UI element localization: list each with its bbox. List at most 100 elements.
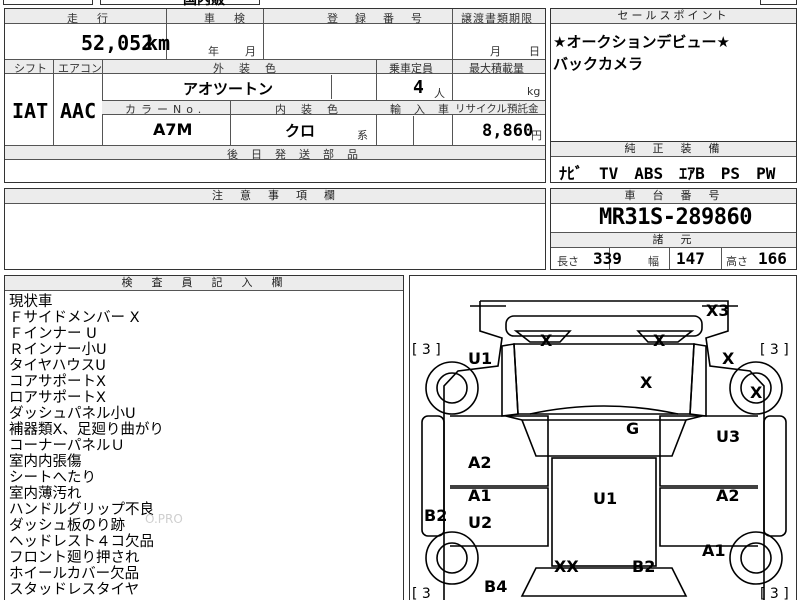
mark-a1-left: A1 bbox=[468, 486, 492, 505]
width-value: 147 bbox=[676, 249, 705, 268]
mark-g: G bbox=[626, 419, 639, 438]
inspector-note-line: ホイールカバー欠品 bbox=[9, 566, 140, 582]
top-strip: 国内販 bbox=[0, 0, 800, 8]
mileage-header: 走 行 bbox=[67, 12, 112, 25]
color-no-header: カラーNo. bbox=[125, 103, 207, 116]
inspector-note-line: シートへたり bbox=[9, 470, 96, 486]
mark-b4: B4 bbox=[484, 577, 507, 596]
mark-u2: U2 bbox=[468, 513, 492, 532]
mark-xx: XX bbox=[554, 557, 579, 576]
inspector-note-line: ダッシュ板のり跡 bbox=[9, 518, 125, 534]
mark-r-arch-x: X bbox=[722, 349, 735, 368]
inspector-notes-list: 現状車 Ｆサイドメンバー X Ｆインナー U Ｒインナー小U タイヤハウスU コアサポート… bbox=[9, 294, 399, 598]
vehicle-info-panel: 走 行 車 検 登 録 番 号 譲渡書類期限 52,052 km 年 月 月 日… bbox=[4, 8, 546, 183]
inspector-notes-header: 検 査 員 記 入 欄 bbox=[5, 276, 403, 291]
mark-x3: X3 bbox=[706, 301, 729, 320]
inspector-note-line: スタッドレスタイヤ bbox=[9, 582, 140, 598]
capacity-value: 4 bbox=[413, 77, 424, 98]
inspector-note-line: 室内内張傷 bbox=[9, 454, 82, 470]
chassis-panel: 車 台 番 号 MR31S-289860 諸 元 長さ 339 幅 147 高さ… bbox=[550, 188, 797, 270]
recycle-header: リサイクル預託金 bbox=[455, 103, 539, 115]
inspector-note-line: ロアサポートX bbox=[9, 390, 106, 406]
max-load-unit: kg bbox=[527, 85, 541, 98]
sales-point-2: バックカメラ bbox=[553, 55, 644, 73]
mark-a2-right: A2 bbox=[716, 486, 740, 505]
damage-diagram-panel: X3 X X X X X U1 G U3 A2 A1 U1 A2 U2 B2 A… bbox=[409, 275, 797, 600]
recycle-fee-value: 8,860 bbox=[482, 121, 534, 141]
specs-header: 諸 元 bbox=[551, 232, 796, 248]
tire-bl: [ 3 bbox=[412, 586, 431, 600]
height-label: 高さ bbox=[726, 255, 748, 268]
inspector-note-line: 現状車 bbox=[9, 294, 53, 310]
registration-header: 登 録 番 号 bbox=[327, 12, 425, 25]
inspection-month-unit: 月 bbox=[245, 45, 256, 58]
inspector-note-line: 室内薄汚れ bbox=[9, 486, 82, 502]
mark-a2-left: A2 bbox=[468, 453, 492, 472]
mark-u1-left: U1 bbox=[468, 349, 492, 368]
max-load-header: 最大積載量 bbox=[469, 62, 524, 75]
height-value: 166 bbox=[758, 249, 787, 268]
later-parts-header: 後 日 発 送 部 品 bbox=[227, 148, 359, 161]
mark-u3: U3 bbox=[716, 427, 740, 446]
width-label: 幅 bbox=[648, 255, 659, 268]
mark-b2-rear: B2 bbox=[632, 557, 655, 576]
interior-color-value: クロ bbox=[285, 122, 316, 140]
recycle-unit: 円 bbox=[531, 129, 542, 142]
standard-equipment-panel: 純 正 装 備 ﾅﾋﾞ TV ABS ｴｱB PS PW bbox=[550, 141, 797, 183]
notes-header: 注 意 事 項 欄 bbox=[5, 189, 545, 204]
standard-equipment-header: 純 正 装 備 bbox=[551, 142, 796, 157]
inspector-note-line: コーナーパネルＵ bbox=[9, 438, 125, 454]
exterior-color-value: アオツートン bbox=[183, 80, 274, 98]
mark-u1-center: U1 bbox=[593, 489, 617, 508]
mark-b2-left: B2 bbox=[424, 506, 447, 525]
mark-hood-x: X bbox=[640, 373, 653, 392]
inspector-note-line: Ｆインナー U bbox=[9, 326, 97, 342]
inspection-year-unit: 年 bbox=[208, 45, 219, 58]
chassis-number: MR31S-289860 bbox=[599, 205, 752, 230]
inspector-note-line: コアサポートX bbox=[9, 374, 106, 390]
inspector-notes-panel: 検 査 員 記 入 欄 現状車 Ｆサイドメンバー X Ｆインナー U Ｒインナー小U タ… bbox=[4, 275, 404, 600]
inspector-note-line: Ｆサイドメンバー X bbox=[9, 310, 140, 326]
transfer-month-unit: 月 bbox=[490, 45, 501, 58]
capacity-header: 乗車定員 bbox=[389, 62, 433, 75]
import-header: 輸 入 車 bbox=[390, 103, 450, 116]
watermark: O.PRO bbox=[145, 512, 183, 526]
tire-tr: [ 3 ] bbox=[760, 342, 789, 358]
car-diagram: X3 X X X X X U1 G U3 A2 A1 U1 A2 U2 B2 A… bbox=[412, 300, 789, 600]
inspection-header: 車 検 bbox=[204, 12, 249, 25]
capacity-unit: 人 bbox=[434, 87, 445, 100]
shift-value: IAT bbox=[12, 99, 49, 123]
tire-br: [ 3 ] bbox=[760, 586, 789, 600]
shift-header: シフト bbox=[14, 62, 47, 75]
inspector-note-line: Ｒインナー小U bbox=[9, 342, 107, 358]
ac-value: AAC bbox=[60, 99, 97, 123]
mark-r-wheel-x: X bbox=[750, 383, 763, 402]
mark-fr-x: X bbox=[653, 331, 666, 350]
transfer-day-unit: 日 bbox=[529, 45, 540, 58]
sales-point-header: セールスポイント bbox=[551, 9, 796, 24]
notes-panel: 注 意 事 項 欄 bbox=[4, 188, 546, 270]
mark-fl-x: X bbox=[540, 331, 553, 350]
color-no-value: A7M bbox=[153, 120, 193, 139]
interior-suffix: 系 bbox=[357, 129, 368, 142]
sales-point-panel: セールスポイント ★オークションデビュー★ バックカメラ bbox=[550, 8, 797, 142]
mark-a1-right: A1 bbox=[702, 541, 726, 560]
ac-header: エアコン bbox=[58, 62, 102, 75]
inspector-note-line: フロント廻り押され bbox=[9, 550, 140, 566]
inspector-note-line: 補器類X、足廻り曲がり bbox=[9, 422, 164, 438]
mileage-unit: km bbox=[146, 31, 171, 55]
interior-color-header: 内 装 色 bbox=[275, 103, 340, 116]
length-value: 339 bbox=[593, 249, 622, 268]
exterior-color-header: 外 装 色 bbox=[213, 62, 278, 75]
chassis-header: 車 台 番 号 bbox=[551, 189, 796, 204]
sales-point-1: ★オークションデビュー★ bbox=[553, 33, 730, 51]
inspector-note-line: タイヤハウスU bbox=[9, 358, 106, 374]
mileage-value: 52,052 bbox=[81, 31, 154, 55]
tire-tl: [ 3 ] bbox=[412, 342, 441, 358]
length-label: 長さ bbox=[557, 255, 579, 268]
inspector-note-line: ヘッドレスト４コ欠品 bbox=[9, 534, 154, 550]
inspector-note-line: ハンドルグリップ不良 bbox=[9, 502, 154, 518]
standard-equipment-value: ﾅﾋﾞ TV ABS ｴｱB PS PW bbox=[559, 164, 776, 183]
transfer-header: 譲渡書類期限 bbox=[461, 12, 533, 25]
inspector-note-line: ダッシュパネル小U bbox=[9, 406, 136, 422]
